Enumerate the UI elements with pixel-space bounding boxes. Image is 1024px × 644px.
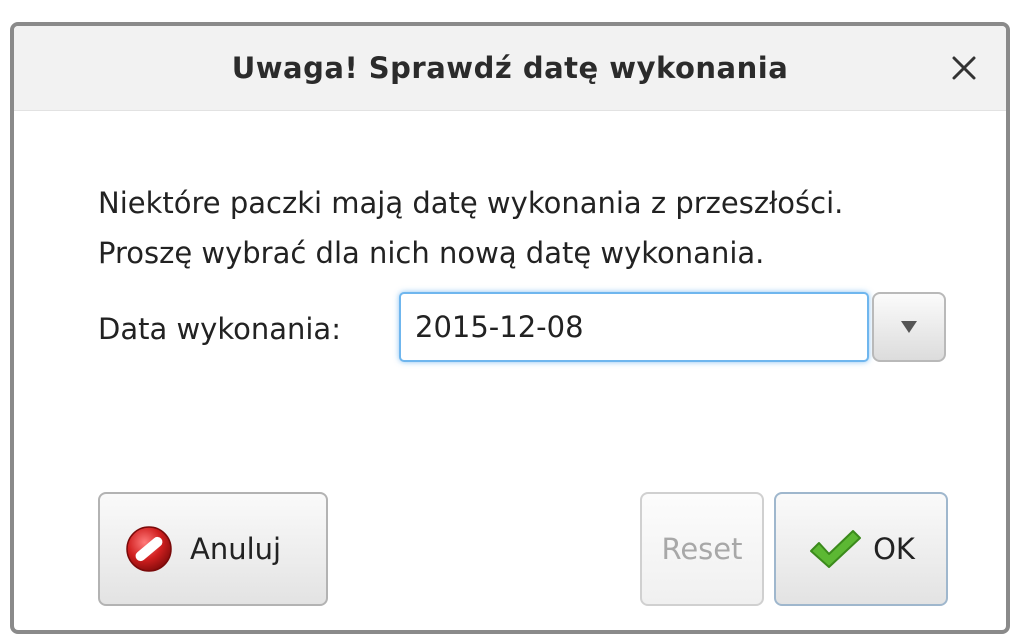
date-label: Data wykonania: — [98, 312, 341, 346]
dialog-message: Niektóre paczki mają datę wykonania z pr… — [98, 178, 843, 278]
dialog-title: Uwaga! Sprawdź datę wykonania — [231, 51, 789, 85]
reset-button-label: Reset — [661, 532, 743, 566]
close-button[interactable] — [938, 42, 990, 94]
message-line-1: Niektóre paczki mają datę wykonania z pr… — [98, 186, 844, 220]
ok-button[interactable]: OK — [774, 492, 948, 606]
message-line-2: Proszę wybrać dla nich nową datę wykonan… — [98, 236, 765, 270]
checkmark-icon — [810, 530, 862, 568]
cancel-icon — [126, 526, 172, 572]
date-input[interactable] — [399, 292, 869, 362]
date-warning-dialog: Uwaga! Sprawdź datę wykonania Niektóre p… — [10, 22, 1010, 634]
date-dropdown-button[interactable] — [872, 292, 946, 362]
dialog-titlebar: Uwaga! Sprawdź datę wykonania — [14, 26, 1006, 111]
cancel-button-label: Anuluj — [190, 532, 282, 566]
triangle-down-icon — [901, 321, 917, 333]
cancel-button[interactable]: Anuluj — [98, 492, 328, 606]
close-icon — [952, 56, 976, 80]
ok-button-label: OK — [873, 532, 915, 566]
reset-button[interactable]: Reset — [640, 492, 764, 606]
